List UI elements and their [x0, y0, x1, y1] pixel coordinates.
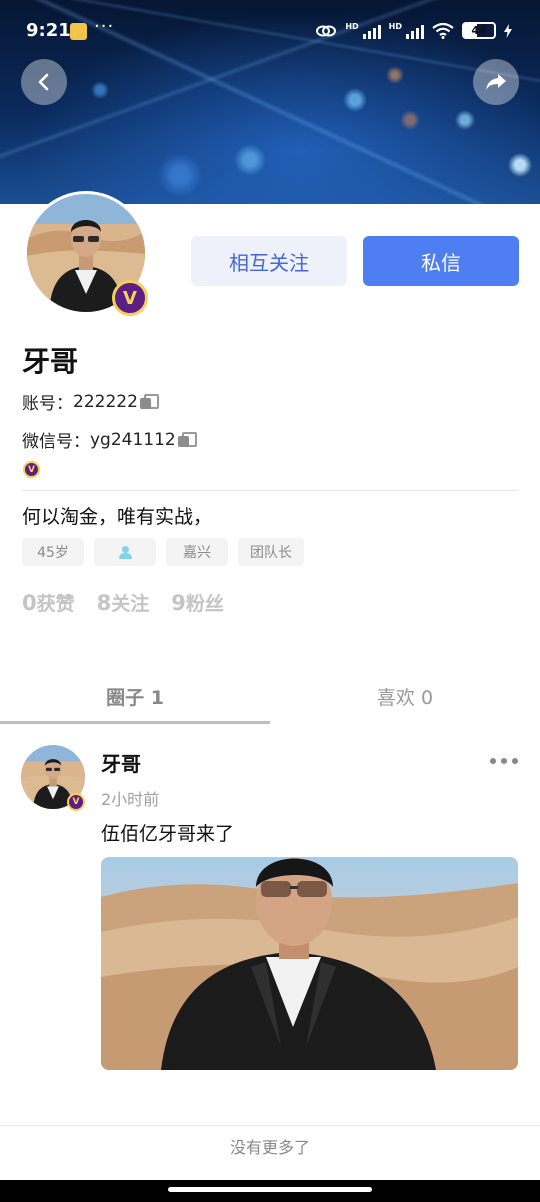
vip-badge-icon: V — [112, 280, 148, 316]
fans-count: 9 — [171, 591, 186, 615]
post-text: 伍佰亿牙哥来了 — [101, 823, 235, 845]
network-hd-label: HD — [345, 22, 359, 31]
home-gesture-handle[interactable] — [168, 1187, 372, 1192]
arrow-left-icon — [38, 73, 49, 91]
profile-stats: 0获赞 8关注 9粉丝 — [22, 589, 224, 616]
copy-wechat-icon[interactable] — [177, 431, 197, 448]
tab-circle[interactable]: 圈子 1 — [0, 683, 270, 710]
copy-account-icon[interactable] — [139, 393, 159, 410]
tag-age: 45岁 — [22, 538, 84, 566]
footer-divider — [0, 1125, 540, 1126]
account-row: 账号： 222222 — [22, 389, 159, 414]
link-icon — [316, 25, 337, 36]
wechat-row: 微信号： yg241112 — [22, 427, 197, 452]
status-time: 9:21 — [26, 20, 71, 41]
fans-label: 粉丝 — [185, 593, 224, 615]
profile-tags: 45岁 嘉兴 团队长 — [22, 538, 304, 566]
following-label: 关注 — [111, 593, 150, 615]
tag-role: 团队长 — [238, 538, 304, 566]
tag-city: 嘉兴 — [166, 538, 228, 566]
battery-level: 44 — [471, 24, 487, 37]
post-vip-badge-icon: V — [67, 793, 85, 811]
no-more-text: 没有更多了 — [229, 1138, 310, 1157]
share-arrow-icon — [486, 74, 506, 90]
wifi-icon — [432, 22, 454, 39]
gender-male-icon — [118, 545, 132, 559]
post-image[interactable] — [101, 857, 518, 1070]
mutual-follow-button[interactable]: 相互关注 — [191, 236, 347, 286]
profile-page: 9:21 ··· HD HD 44 V 相互关注 私信 牙哥 账号： 22222… — [0, 0, 540, 1202]
tab-likes[interactable]: 喜欢 0 — [270, 683, 540, 710]
profile-name: 牙哥 — [22, 345, 79, 378]
stat-likes[interactable]: 0获赞 — [22, 589, 75, 616]
network-hd-label-2: HD — [388, 22, 402, 31]
back-button[interactable] — [21, 59, 67, 105]
profile-divider — [22, 490, 518, 491]
private-message-button[interactable]: 私信 — [363, 236, 519, 286]
profile-bio: 何以淘金，唯有实战， — [22, 506, 213, 528]
status-icons: HD HD 44 — [315, 22, 512, 39]
signal-icon-2 — [406, 23, 424, 39]
post-timestamp: 2小时前 — [101, 790, 160, 809]
post-photo — [101, 857, 518, 1070]
following-count: 8 — [96, 591, 112, 615]
share-button[interactable] — [473, 59, 519, 105]
vip-level-icon: V — [23, 461, 40, 478]
active-tab-indicator — [0, 721, 270, 724]
battery-icon: 44 — [462, 22, 496, 39]
signal-icon — [362, 23, 381, 39]
stat-following[interactable]: 8关注 — [97, 589, 150, 616]
post-more-icon[interactable] — [490, 758, 518, 764]
likes-label: 获赞 — [36, 593, 75, 615]
stat-fans[interactable]: 9粉丝 — [171, 589, 224, 616]
status-more-indicator: ··· — [94, 16, 115, 37]
charging-icon — [504, 23, 512, 38]
likes-count: 0 — [22, 591, 37, 615]
account-label: 账号： — [22, 394, 73, 414]
tag-gender — [94, 538, 156, 566]
wechat-label: 微信号： — [22, 432, 90, 452]
account-value: 222222 — [73, 391, 138, 412]
status-bar: 9:21 ··· HD HD 44 — [0, 14, 540, 48]
notification-icon — [70, 23, 87, 40]
wechat-value: yg241112 — [90, 429, 176, 450]
post-author-name[interactable]: 牙哥 — [101, 748, 141, 777]
